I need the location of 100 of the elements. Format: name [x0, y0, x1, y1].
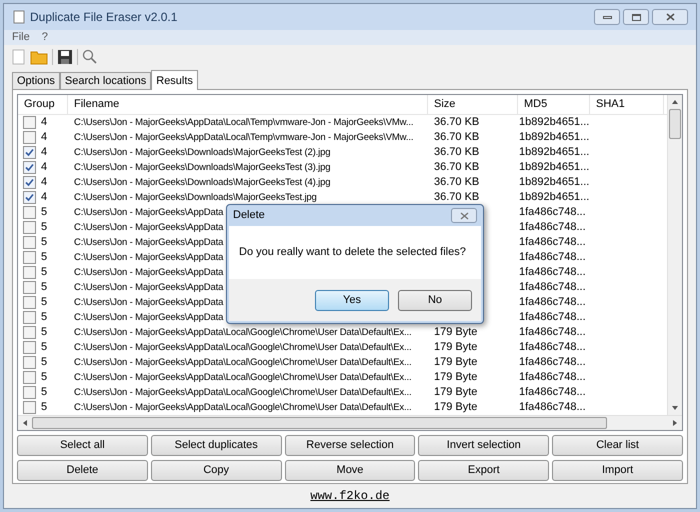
scroll-thumb[interactable] — [32, 417, 607, 429]
column-header[interactable]: SHA1 — [590, 95, 664, 114]
table-cell: 1b892b4651... — [519, 161, 590, 174]
table-cell: C:\Users\Jon - MajorGeeks\Downloads\MajorGeeksTest (4).jpg — [74, 177, 330, 188]
table-cell: C:\Users\Jon - MajorGeeks\AppData\Local\Google\Chrome\User Data\Default\Ex... — [74, 387, 412, 398]
checkbox[interactable] — [23, 326, 36, 339]
search-icon[interactable] — [82, 49, 98, 65]
checkbox[interactable] — [23, 176, 36, 189]
action-button[interactable]: Clear list — [552, 435, 683, 456]
close-button[interactable] — [652, 9, 688, 25]
maximize-button[interactable] — [623, 9, 649, 25]
table-cell: 179 Byte — [434, 326, 478, 338]
table-cell-text: 4 — [41, 145, 48, 160]
menu-item[interactable]: ? — [42, 29, 48, 46]
table-cell: 1fa486c748... — [519, 371, 586, 384]
table-cell: C:\Users\Jon - MajorGeeks\AppData\Local\Google\Chrome\User Data\Default\Ex... — [74, 372, 412, 384]
checkbox[interactable] — [23, 221, 36, 234]
action-button[interactable]: Import — [552, 460, 683, 481]
checkbox[interactable] — [23, 266, 36, 279]
table-cell: 1fa486c748... — [519, 326, 586, 338]
action-button[interactable]: Reverse selection — [284, 435, 416, 456]
checkbox[interactable] — [23, 131, 36, 144]
table-cell: C:\Users\Jon - MajorGeeks\AppData\Local\Google\Chrome\User Data\Default\Ex... — [74, 327, 412, 338]
horizontal-scrollbar[interactable] — [18, 415, 682, 430]
table-cell: C:\Users\Jon - MajorGeeks\AppData — [74, 252, 224, 264]
table-cell: 1fa486c748... — [519, 341, 586, 354]
table-cell: C:\Users\Jon - MajorGeeks\Downloads\MajorGeeksTest (3).jpg — [74, 162, 330, 174]
table-cell: C:\Users\Jon - MajorGeeks\AppData\Local\Google\Chrome\User Data\Default\Ex... — [74, 357, 412, 368]
tab[interactable]: Results — [151, 70, 198, 90]
table-cell: 179 Byte — [434, 386, 478, 398]
action-button[interactable]: Export — [418, 460, 550, 481]
minimize-button[interactable] — [594, 9, 620, 25]
menu-item[interactable]: File — [12, 29, 30, 46]
table-cell: 1fa486c748... — [519, 386, 586, 398]
checkbox[interactable] — [23, 251, 36, 264]
checkbox[interactable] — [23, 296, 36, 309]
table-cell-text: 5 — [41, 310, 48, 326]
table-cell-text: 5 — [41, 370, 48, 386]
table-cell-text: 5 — [41, 280, 48, 296]
checkbox[interactable] — [23, 401, 36, 414]
table-cell-text: 5 — [41, 340, 48, 356]
table-cell: C:\Users\Jon - MajorGeeks\Downloads\MajorGeeksTest (2).jpg — [74, 147, 330, 158]
folder-icon[interactable] — [30, 49, 48, 65]
table-cell: 1b892b4651... — [519, 116, 590, 128]
table-cell: 1fa486c748... — [519, 266, 586, 278]
table-cell: 1b892b4651... — [519, 146, 590, 158]
table-cell-text: 5 — [41, 355, 48, 370]
tab[interactable]: Search locations — [60, 72, 152, 89]
table-cell: C:\Users\Jon - MajorGeeks\AppData — [74, 237, 224, 248]
vertical-scrollbar[interactable] — [667, 95, 682, 415]
tab[interactable]: Options — [12, 72, 60, 89]
close-button[interactable] — [451, 208, 477, 223]
checkbox[interactable] — [23, 371, 36, 384]
table-cell: C:\Users\Jon - MajorGeeks\AppData — [74, 297, 224, 308]
table-cell: C:\Users\Jon - MajorGeeks\AppData\Local\Temp\vmware-Jon - MajorGeeks\VMw... — [74, 117, 414, 128]
action-button[interactable]: Select duplicates — [150, 435, 282, 456]
checkbox[interactable] — [23, 386, 36, 399]
action-button[interactable]: Delete — [17, 460, 148, 481]
column-header[interactable]: Size — [428, 95, 518, 114]
checkbox[interactable] — [23, 191, 36, 204]
checkbox[interactable] — [23, 236, 36, 249]
table-cell: 36.70 KB — [434, 161, 480, 174]
checkbox[interactable] — [23, 146, 36, 159]
table-cell-text: 5 — [41, 205, 48, 220]
checkbox[interactable] — [23, 161, 36, 174]
checkbox[interactable] — [23, 116, 36, 129]
scroll-thumb[interactable] — [669, 109, 681, 139]
table-cell-text: 5 — [41, 220, 48, 236]
website-link[interactable]: www.f2ko.de — [310, 487, 390, 505]
close-icon — [666, 13, 674, 21]
column-header[interactable]: Group — [18, 95, 68, 114]
table-cell: 179 Byte — [434, 371, 478, 384]
table-cell: 36.70 KB — [434, 131, 480, 144]
table-cell-text: 5 — [41, 385, 48, 400]
table-cell: C:\Users\Jon - MajorGeeks\AppData\Local\Google\Chrome\User Data\Default\Ex... — [74, 402, 412, 414]
action-button[interactable]: Move — [284, 460, 416, 481]
column-header[interactable]: Filename — [68, 95, 428, 114]
table-cell-text: 5 — [41, 325, 48, 340]
action-button[interactable]: Copy — [150, 460, 282, 481]
table-cell: 1b892b4651... — [519, 131, 590, 144]
table-cell: 36.70 KB — [434, 116, 480, 128]
table-cell: C:\Users\Jon - MajorGeeks\AppData — [74, 267, 224, 278]
app-icon — [12, 10, 26, 24]
table-cell: 1fa486c748... — [519, 296, 586, 308]
new-file-icon[interactable] — [12, 49, 26, 65]
table-cell-text: 5 — [41, 235, 48, 250]
save-icon[interactable] — [57, 49, 73, 65]
dialog-button[interactable]: No — [398, 290, 472, 310]
checkbox[interactable] — [23, 341, 36, 354]
checkbox[interactable] — [23, 356, 36, 369]
action-button[interactable]: Select all — [17, 435, 148, 456]
table-cell: 1fa486c748... — [519, 206, 586, 218]
table-cell-text: 4 — [41, 175, 48, 190]
column-header[interactable]: MD5 — [518, 95, 590, 114]
checkbox[interactable] — [23, 281, 36, 294]
action-button[interactable]: Invert selection — [418, 435, 550, 456]
table-cell: C:\Users\Jon - MajorGeeks\AppData\Local\Google\Chrome\User Data\Default\Ex... — [74, 342, 412, 354]
dialog-button[interactable]: Yes — [315, 290, 389, 310]
checkbox[interactable] — [23, 206, 36, 219]
checkbox[interactable] — [23, 311, 36, 324]
